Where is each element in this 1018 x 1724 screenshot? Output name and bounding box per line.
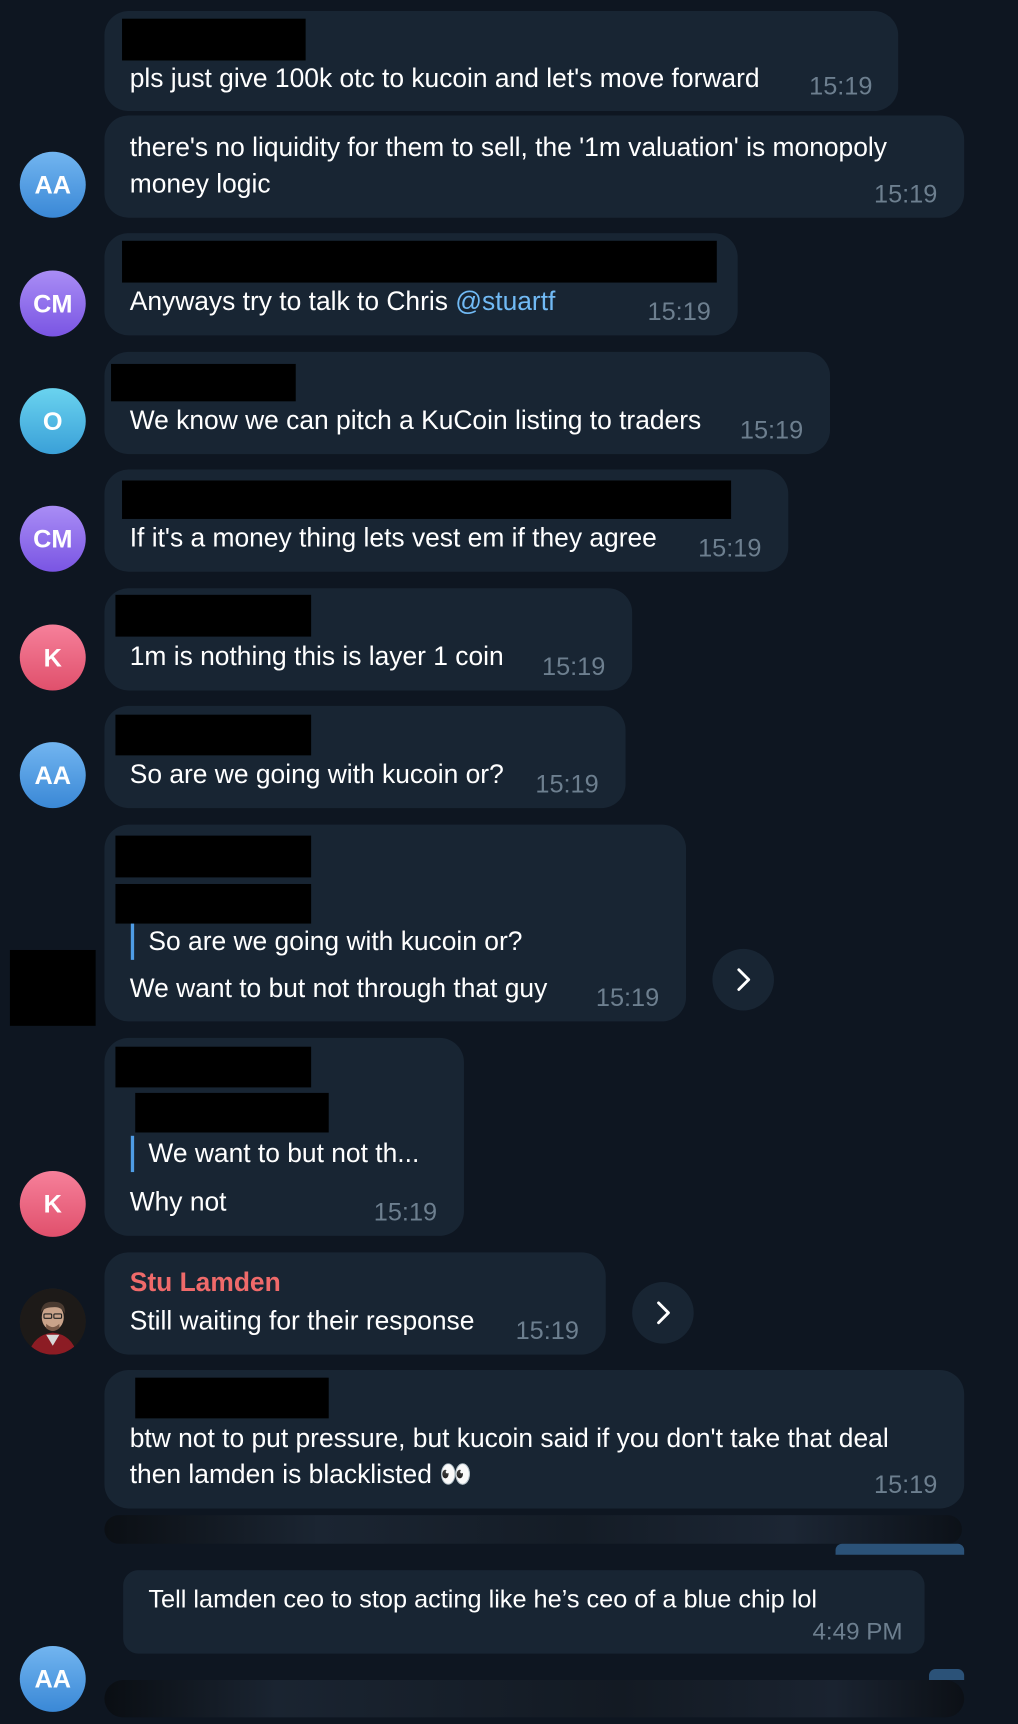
- message-time: 15:19: [515, 1316, 579, 1345]
- message-text: Tell lamden ceo to stop acting like he’s…: [148, 1584, 818, 1613]
- message-time: 15:19: [542, 652, 606, 681]
- message-text: So are we going with kucoin or?: [129, 759, 504, 790]
- redacted-sender: [111, 363, 296, 402]
- message-time: 15:19: [595, 982, 660, 1012]
- redacted-sender: [115, 1046, 312, 1088]
- message-bubble[interactable]: there's no liquidity for them to sell, t…: [104, 115, 965, 218]
- message-time: 4:49 PM: [812, 1617, 903, 1645]
- forward-button[interactable]: [712, 948, 774, 1011]
- redacted-reply-name: [115, 883, 312, 924]
- message-time: 15:19: [535, 769, 599, 799]
- message-text-main: Anyways try to talk to Chris: [129, 286, 456, 317]
- message-bubble[interactable]: btw not to put pressure, but kucoin said…: [104, 1369, 965, 1509]
- avatar[interactable]: AA: [19, 151, 86, 218]
- message-text: We want to but not through that guy: [129, 974, 548, 1004]
- message-text: then lamden is blacklisted 👀: [129, 1460, 473, 1490]
- avatar[interactable]: CM: [19, 505, 86, 572]
- user-photo-avatar: [19, 1288, 86, 1355]
- message-bubble[interactable]: Anyways try to talk to Chris @stuartf 15…: [104, 233, 738, 336]
- mention-link[interactable]: @stuartf: [455, 287, 555, 317]
- message-text: pls just give 100k otc to kucoin and let…: [129, 63, 760, 94]
- message-text: 1m is nothing this is layer 1 coin: [129, 642, 504, 672]
- message-bubble[interactable]: So are we going with kucoin or? 15:19: [104, 705, 626, 809]
- blurred-content: [104, 1515, 962, 1544]
- forward-button[interactable]: [632, 1282, 694, 1344]
- message-bubble[interactable]: So are we going with kucoin or? We want …: [104, 824, 687, 1022]
- avatar[interactable]: AA: [19, 1645, 86, 1712]
- message-bubble[interactable]: We know we can pitch a KuCoin listing to…: [104, 351, 831, 455]
- redacted-sender: [122, 480, 732, 519]
- message-time: 15:19: [698, 533, 762, 562]
- avatar[interactable]: K: [19, 1170, 86, 1237]
- message-bubble[interactable]: Stu Lamden Still waiting for their respo…: [104, 1252, 606, 1355]
- redacted-sender: [135, 1377, 329, 1419]
- message-text: there's no liquidity for them to sell, t…: [129, 133, 887, 163]
- redacted-sender: [122, 18, 306, 61]
- message-time: 15:19: [647, 296, 711, 326]
- chevron-right-icon: [657, 1301, 670, 1325]
- redacted-sender: [115, 594, 312, 637]
- accent-bar: [835, 1543, 965, 1555]
- blurred-content: [104, 1680, 965, 1718]
- message-text: If it's a money thing lets vest em if th…: [129, 523, 657, 554]
- message-time: 15:19: [809, 71, 873, 101]
- redacted-reply-name: [135, 1092, 329, 1133]
- avatar[interactable]: AA: [19, 742, 86, 809]
- message-text: Still waiting for their response: [129, 1306, 475, 1336]
- avatar[interactable]: K: [19, 624, 86, 691]
- reply-quote[interactable]: We want to but not th...: [130, 1135, 419, 1173]
- reply-quote[interactable]: So are we going with kucoin or?: [130, 923, 522, 960]
- message-bubble[interactable]: We want to but not th... Why not 15:19: [104, 1037, 464, 1236]
- redacted-sender: [115, 714, 312, 756]
- accent-bar: [928, 1669, 965, 1681]
- message-time: 15:19: [874, 179, 938, 208]
- message-text: Anyways try to talk to Chris @stuartf: [130, 284, 556, 320]
- message-text: money logic: [129, 169, 271, 200]
- avatar[interactable]: CM: [19, 270, 86, 337]
- redacted-sender: [122, 240, 717, 283]
- message-bubble[interactable]: If it's a money thing lets vest em if th…: [104, 469, 789, 572]
- message-time: 15:19: [874, 1470, 938, 1499]
- message-bubble[interactable]: 1m is nothing this is layer 1 coin 15:19: [104, 588, 633, 691]
- user-photo-avatar[interactable]: [19, 1288, 86, 1355]
- chevron-right-icon: [737, 968, 751, 991]
- redacted-sender: [115, 835, 312, 878]
- avatar[interactable]: O: [19, 388, 86, 455]
- message-bubble[interactable]: pls just give 100k otc to kucoin and let…: [104, 10, 899, 112]
- message-text: We know we can pitch a KuCoin listing to…: [129, 405, 702, 436]
- message-time: 15:19: [373, 1197, 438, 1226]
- redacted-avatar: [9, 949, 96, 1026]
- message-text: btw not to put pressure, but kucoin said…: [129, 1423, 889, 1454]
- message-text: Why not: [129, 1187, 227, 1218]
- chat-history: pls just give 100k otc to kucoin and let…: [0, 0, 1018, 1724]
- sender-name[interactable]: Stu Lamden: [130, 1268, 281, 1299]
- message-time: 15:19: [739, 415, 804, 445]
- message-bubble[interactable]: Tell lamden ceo to stop acting like he’s…: [123, 1570, 925, 1654]
